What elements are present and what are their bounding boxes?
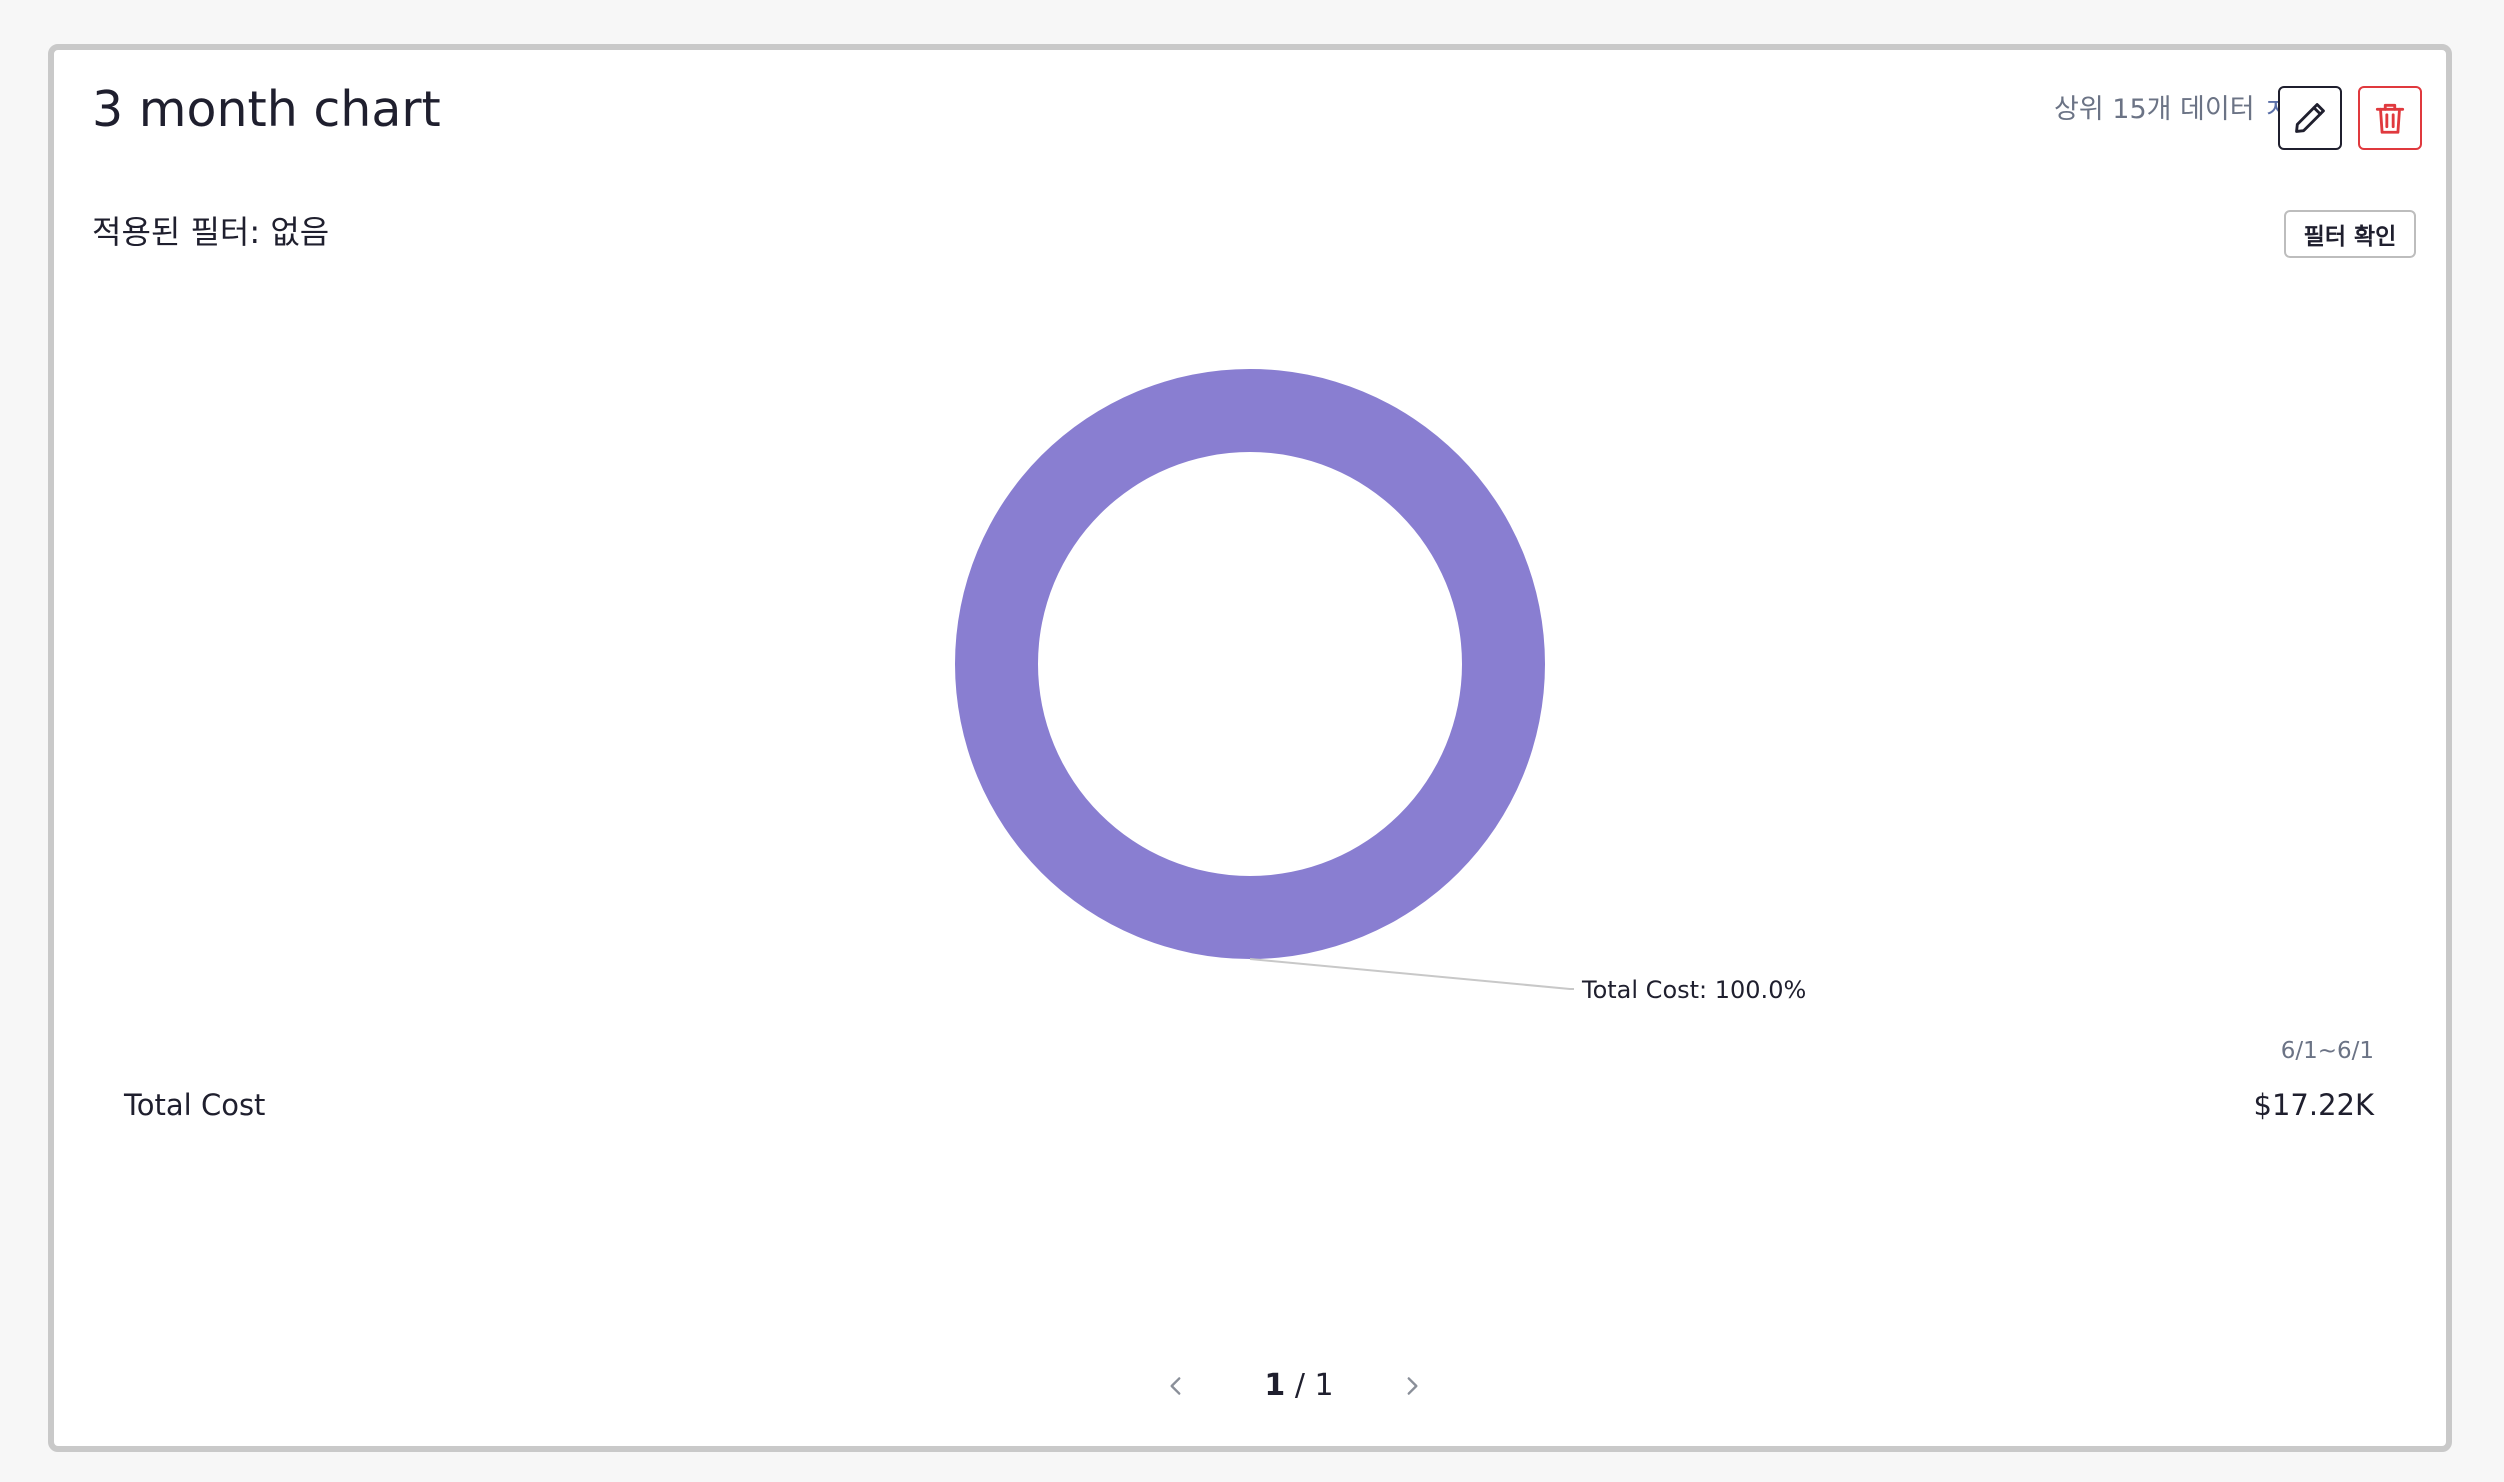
- donut-chart: Total Cost: 100.0%: [955, 369, 1806, 1004]
- next-page-button[interactable]: [1394, 1368, 1430, 1404]
- donut-slice-0[interactable]: [955, 369, 1545, 959]
- chevron-left-icon: [1170, 1377, 1181, 1395]
- page-current: 1: [1264, 1368, 1286, 1403]
- page-indicator: 1 / 1: [1224, 1362, 1374, 1410]
- period-header: 6/1~6/1: [2280, 1038, 2374, 1064]
- slice-label: Total Cost: 100.0%: [1581, 976, 1806, 1004]
- page-total: 1: [1314, 1368, 1334, 1403]
- slice-label-leader-line: [1249, 958, 1574, 990]
- pagination: 1 / 1: [1144, 1362, 1444, 1410]
- chevron-right-icon: [1407, 1377, 1418, 1395]
- prev-page-button[interactable]: [1158, 1368, 1194, 1404]
- table-row-label: Total Cost: [124, 1088, 266, 1122]
- chart-widget-card: 3 month chart 상위 15개 데이터 ㅈ0 적용된 필터: 없음 필…: [48, 44, 2452, 1452]
- table-row-value: $17.22K: [2253, 1088, 2375, 1122]
- page-separator: /: [1294, 1368, 1305, 1403]
